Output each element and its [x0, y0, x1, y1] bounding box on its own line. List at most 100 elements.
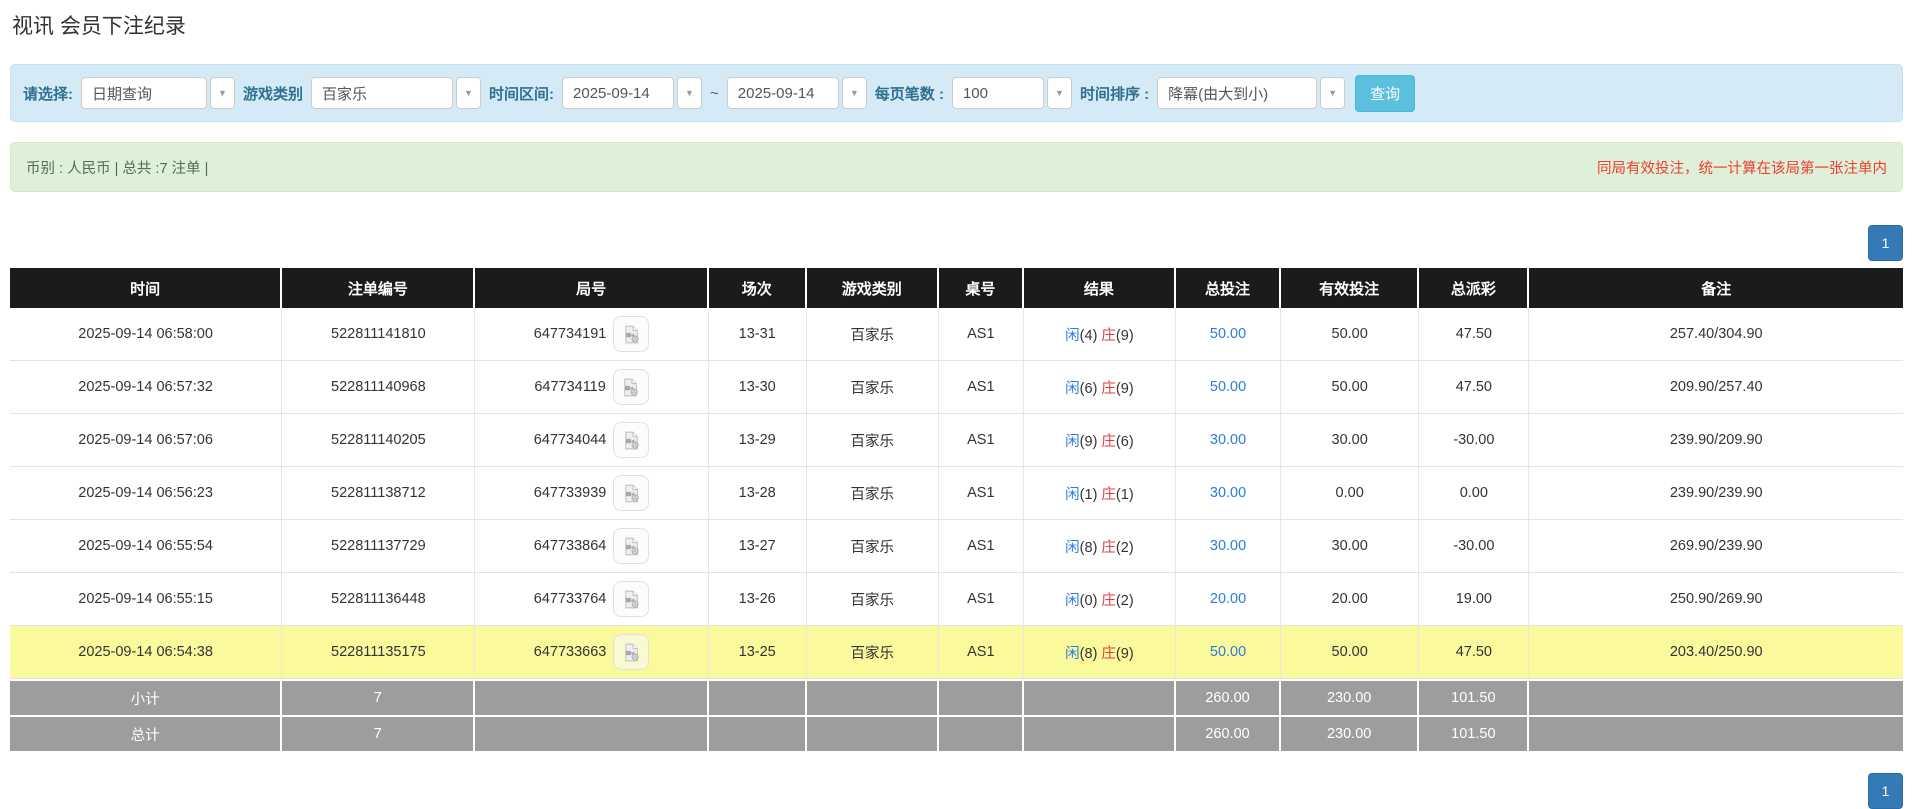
column-header: 有效投注 [1281, 268, 1420, 308]
date-range-label: 时间区间: [489, 85, 555, 103]
date-to-value[interactable]: 2025-09-14 [726, 77, 839, 109]
time-sort-dropdown[interactable]: 降冪(由大到小) ▼ [1157, 77, 1346, 109]
cell-payout: 19.00 [1419, 573, 1530, 626]
table-row: 2025-09-14 06:56:23 522811138712 647733939… [10, 467, 1903, 520]
column-header: 场次 [708, 268, 807, 308]
total-bet-link[interactable]: 30.00 [1210, 538, 1246, 554]
column-header: 总投注 [1176, 268, 1282, 308]
total-bet-link[interactable]: 50.00 [1210, 644, 1246, 660]
cell-session: 13-29 [708, 414, 807, 467]
round-number: 647734119 [534, 379, 606, 395]
select-type-dropdown[interactable]: 日期查询 ▼ [81, 77, 235, 109]
column-header: 总派彩 [1419, 268, 1530, 308]
sum-empty-cell [708, 679, 807, 715]
chevron-down-icon[interactable]: ▼ [210, 77, 235, 109]
player-result: 闲 [1065, 380, 1080, 397]
cell-total-bet: 20.00 [1176, 573, 1282, 626]
cell-valid-bet: 30.00 [1281, 520, 1420, 573]
sum-empty-cell [806, 715, 939, 751]
cell-total-bet: 30.00 [1176, 467, 1282, 520]
total-bet-link[interactable]: 50.00 [1210, 326, 1246, 342]
chevron-down-icon[interactable]: ▼ [677, 77, 703, 109]
video-replay-button[interactable] [613, 422, 650, 458]
cell-payout: 0.00 [1419, 467, 1530, 520]
column-header: 结果 [1023, 268, 1177, 308]
page-1-button[interactable]: 1 [1868, 773, 1903, 809]
pagination-top: 1 [10, 225, 1903, 261]
cell-game-type: 百家乐 [806, 626, 939, 679]
sum-empty-cell [806, 679, 939, 715]
chevron-down-icon[interactable]: ▼ [1320, 77, 1346, 109]
video-replay-button[interactable] [613, 581, 650, 617]
cell-result: 闲(6) 庄(9) [1023, 361, 1177, 414]
cell-round: 647733663 [475, 626, 709, 679]
pagination-bottom: 1 [10, 773, 1903, 809]
cell-payout: 47.50 [1419, 308, 1530, 361]
sum-empty-cell [938, 715, 1024, 751]
sum-count-cell: 7 [282, 679, 476, 715]
cell-valid-bet: 0.00 [1281, 467, 1420, 520]
page-1-button[interactable]: 1 [1868, 225, 1903, 261]
total-bet-link[interactable]: 50.00 [1210, 379, 1246, 395]
cell-result: 闲(8) 庄(2) [1023, 520, 1177, 573]
page-size-value[interactable]: 100 [951, 77, 1044, 109]
cell-game-type: 百家乐 [806, 361, 939, 414]
cell-round: 647734044 [475, 414, 709, 467]
cell-remark: 203.40/250.90 [1529, 626, 1903, 679]
page-size-dropdown[interactable]: 100 ▼ [951, 77, 1072, 109]
video-replay-button[interactable] [613, 316, 650, 352]
select-type-label: 请选择: [23, 85, 73, 103]
sum-valid-bet-cell: 230.00 [1281, 679, 1420, 715]
round-number: 647733764 [533, 591, 607, 607]
chevron-down-icon[interactable]: ▼ [1046, 77, 1072, 109]
cell-time: 2025-09-14 06:54:38 [10, 626, 283, 679]
sum-label-cell: 总计 [10, 715, 283, 751]
table-row: 2025-09-14 06:55:15 522811136448 647733764… [10, 573, 1903, 626]
bet-records-table: 时间 注单编号 局号 场次 游戏类别 桌号 结果 总投注 有效投注 总派彩 备注 2025-09-1… [10, 268, 1903, 751]
round-number: 647734191 [533, 326, 607, 342]
player-result: 闲 [1065, 433, 1080, 450]
game-type-dropdown[interactable]: 百家乐 ▼ [311, 77, 482, 109]
sum-empty-cell [475, 715, 709, 751]
column-header: 局号 [475, 268, 709, 308]
date-to-picker[interactable]: 2025-09-14 ▼ [726, 77, 867, 109]
video-replay-button[interactable] [613, 475, 650, 511]
chevron-down-icon[interactable]: ▼ [456, 77, 482, 109]
video-file-icon [625, 537, 639, 555]
cell-bet-id: 522811140968 [282, 361, 476, 414]
date-from-value[interactable]: 2025-09-14 [562, 77, 675, 109]
column-header: 注单编号 [282, 268, 476, 308]
filter-bar: 请选择: 日期查询 ▼ 游戏类别 百家乐 ▼ 时间区间: 2025-09-14 … [10, 64, 1903, 122]
round-number: 647733864 [533, 538, 607, 554]
cell-table-no: AS1 [938, 626, 1024, 679]
cell-game-type: 百家乐 [806, 414, 939, 467]
total-bet-link[interactable]: 30.00 [1210, 485, 1246, 501]
chevron-down-icon[interactable]: ▼ [841, 77, 867, 109]
sum-empty-cell [938, 679, 1024, 715]
cell-bet-id: 522811135175 [282, 626, 476, 679]
sum-count-cell: 7 [282, 715, 476, 751]
sum-total-bet-cell: 260.00 [1176, 679, 1282, 715]
cell-session: 13-28 [708, 467, 807, 520]
sum-empty-cell [708, 715, 807, 751]
total-bet-link[interactable]: 30.00 [1210, 432, 1246, 448]
video-file-icon [625, 590, 639, 608]
total-bet-link[interactable]: 20.00 [1210, 591, 1246, 607]
search-button[interactable]: 查询 [1355, 74, 1416, 112]
video-replay-button[interactable] [613, 634, 650, 670]
banker-result: 庄 [1101, 539, 1116, 556]
game-type-value[interactable]: 百家乐 [311, 77, 454, 109]
cell-payout: -30.00 [1419, 520, 1530, 573]
sum-payout-cell: 101.50 [1419, 679, 1530, 715]
select-type-value[interactable]: 日期查询 [81, 77, 207, 109]
cell-payout: 47.50 [1419, 361, 1530, 414]
date-from-picker[interactable]: 2025-09-14 ▼ [562, 77, 703, 109]
round-number: 647733939 [533, 485, 607, 501]
cell-result: 闲(8) 庄(9) [1023, 626, 1177, 679]
video-replay-button[interactable] [613, 528, 650, 564]
cell-round: 647734191 [475, 308, 709, 361]
video-replay-button[interactable] [612, 369, 649, 405]
time-sort-value[interactable]: 降冪(由大到小) [1157, 77, 1318, 109]
column-header: 备注 [1529, 268, 1903, 308]
summary-bar: 币别 : 人民币 | 总共 :7 注单 | 同局有效投注，统一计算在该局第一张注… [10, 142, 1903, 192]
